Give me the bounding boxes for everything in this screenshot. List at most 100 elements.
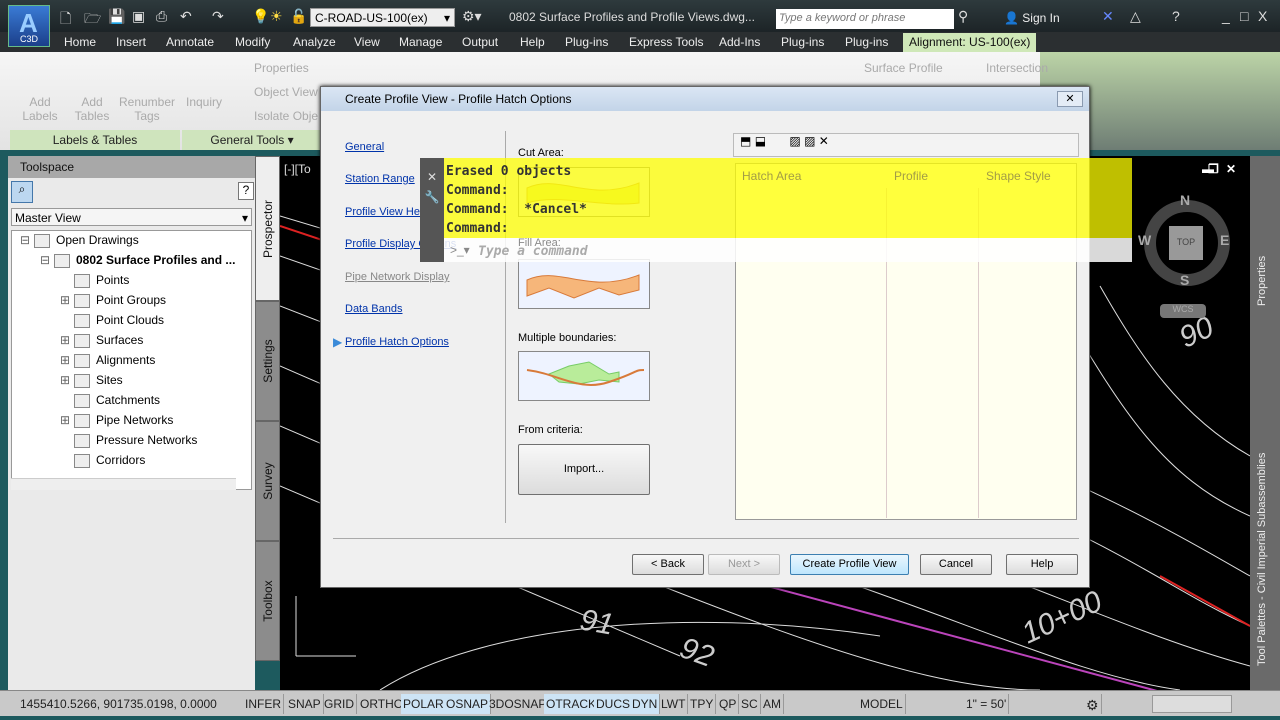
tree-item[interactable]: Points <box>60 273 129 288</box>
command-prompt-icon[interactable]: >_▾ <box>450 243 470 257</box>
tree-item[interactable]: Pressure Networks <box>60 433 197 448</box>
properties-button[interactable]: Properties <box>254 61 309 75</box>
tab-prospector[interactable]: Prospector <box>255 156 280 301</box>
tab-alignment-context[interactable]: Alignment: US-100(ex) <box>903 33 1037 52</box>
toggle-infer[interactable]: INFER <box>243 694 284 714</box>
expand-icon[interactable]: ⊟ <box>20 233 34 247</box>
layer-freeze-icon[interactable]: ☀ <box>270 8 283 25</box>
tab-toolbox[interactable]: Toolbox <box>255 541 280 661</box>
tree-item[interactable]: ⊞ Sites <box>60 373 123 388</box>
expand-icon[interactable]: ⊞ <box>60 413 74 427</box>
compass-west[interactable]: W <box>1138 232 1151 248</box>
toggle-polar[interactable]: POLAR <box>401 694 447 714</box>
app-menu-button[interactable]: A C3D <box>8 5 50 47</box>
maximize-icon[interactable]: □ <box>1240 8 1248 24</box>
nav-general[interactable]: General <box>345 141 384 153</box>
delete-icon[interactable]: ✕ <box>819 134 829 148</box>
open-icon[interactable]: 🗁 <box>84 8 101 32</box>
toolspace-title[interactable]: Toolspace <box>8 156 255 178</box>
view-dropdown[interactable]: Master View ▾ <box>11 208 252 226</box>
search-input[interactable]: Type a keyword or phrase <box>776 9 954 29</box>
expand-icon[interactable]: ⊟ <box>40 253 54 267</box>
status-tray-field[interactable] <box>1152 695 1232 713</box>
panel-general-tools[interactable]: General Tools ▾ <box>182 130 322 150</box>
tree-item[interactable]: Point Clouds <box>60 313 164 328</box>
fill-area-button[interactable] <box>518 259 650 309</box>
help-icon[interactable]: ? <box>1172 8 1180 24</box>
annotation-scale[interactable]: 1" = 50' <box>964 694 1010 714</box>
nav-profile-hatch-options[interactable]: Profile Hatch Options <box>345 336 449 348</box>
tree-item[interactable]: Catchments <box>60 393 160 408</box>
toggle-otrack[interactable]: OTRACK <box>544 694 600 714</box>
tree-item[interactable]: ⊞ Surfaces <box>60 333 143 348</box>
menu-help[interactable]: Help <box>520 35 545 49</box>
viewport-controls[interactable]: [-][To <box>284 162 311 176</box>
cancel-button[interactable]: Cancel <box>920 554 992 575</box>
isolate-objects-button[interactable]: Isolate Obje <box>254 109 318 123</box>
move-down-icon[interactable]: ⬓ <box>755 134 766 148</box>
expand-icon[interactable]: ⊞ <box>60 333 74 347</box>
tree-item[interactable]: Corridors <box>60 453 145 468</box>
toggle-tpy[interactable]: TPY <box>688 694 717 714</box>
menu-output[interactable]: Output <box>462 35 498 49</box>
tab-settings[interactable]: Settings <box>255 301 280 421</box>
tree-item[interactable]: ⊟ 0802 Surface Profiles and ... <box>40 253 235 268</box>
back-button[interactable]: < Back <box>632 554 704 575</box>
binoculars-icon[interactable]: ⚲ <box>958 8 968 25</box>
compass-east[interactable]: E <box>1220 232 1229 248</box>
viewport-restore-icon[interactable]: ❐ <box>1208 162 1219 176</box>
add-tables-button[interactable]: Add Tables <box>72 95 112 123</box>
import-button[interactable]: Import... <box>518 444 650 495</box>
nav-station-range[interactable]: Station Range <box>345 173 415 185</box>
expand-icon[interactable]: ⊞ <box>60 373 74 387</box>
multiple-boundaries-button[interactable] <box>518 351 650 401</box>
menu-analyze[interactable]: Analyze <box>293 35 336 49</box>
undo-icon[interactable]: ↶ <box>180 8 192 25</box>
surface-profile-button[interactable]: Surface Profile <box>864 61 943 75</box>
toggle-am[interactable]: AM <box>761 694 784 714</box>
viewcube-top[interactable]: TOP <box>1169 226 1203 260</box>
create-profile-view-button[interactable]: Create Profile View <box>790 554 909 575</box>
tree-item[interactable]: ⊞ Alignments <box>60 353 155 368</box>
next-button[interactable]: Next > <box>708 554 780 575</box>
toggle-grid[interactable]: GRID <box>322 694 357 714</box>
renumber-tags-button[interactable]: Renumber Tags <box>118 95 176 123</box>
column-hatch-area[interactable]: Hatch Area <box>742 170 801 183</box>
menu-view[interactable]: View <box>354 35 380 49</box>
help-button[interactable]: Help <box>1006 554 1078 575</box>
layer-lock-icon[interactable]: 🔓 <box>290 8 307 25</box>
tree-item[interactable]: ⊞ Pipe Networks <box>60 413 173 428</box>
tree-item[interactable]: ⊞ Point Groups <box>60 293 166 308</box>
toggle-ortho[interactable]: ORTHO <box>358 694 407 714</box>
add-fill-hatch-icon[interactable]: ▨ <box>804 134 815 148</box>
horizontal-scrollbar[interactable] <box>11 478 236 490</box>
new-icon[interactable]: 🗋 <box>60 8 71 32</box>
tree-item[interactable]: ⊟ Open Drawings <box>20 233 139 248</box>
expand-icon[interactable]: ⊞ <box>60 353 74 367</box>
close-icon[interactable]: X <box>1258 8 1267 24</box>
tab-survey[interactable]: Survey <box>255 421 280 541</box>
compass-north[interactable]: N <box>1180 192 1190 208</box>
toggle-sc[interactable]: SC <box>739 694 761 714</box>
minimize-icon[interactable]: _ <box>1222 8 1230 24</box>
inquiry-button[interactable]: Inquiry <box>182 95 226 109</box>
nav-pipe-network-display[interactable]: Pipe Network Display <box>345 271 450 283</box>
layer-on-icon[interactable]: 💡 <box>252 8 269 25</box>
a360-icon[interactable]: △ <box>1130 8 1141 25</box>
save-as-icon[interactable]: ▣ <box>132 8 145 25</box>
redo-icon[interactable]: ↷ <box>212 8 224 25</box>
save-icon[interactable]: 💾 <box>108 8 125 25</box>
object-viewer-button[interactable]: Object View <box>254 85 318 99</box>
menu-express-tools[interactable]: Express Tools <box>629 35 703 49</box>
toggle-snap[interactable]: SNAP <box>286 694 324 714</box>
menu-plug-ins[interactable]: Plug-ins <box>565 35 608 49</box>
toggle-dyn[interactable]: DYN <box>630 694 661 714</box>
intersection-button[interactable]: Intersection <box>986 61 1048 75</box>
expand-icon[interactable]: ⊞ <box>60 293 74 307</box>
menu-insert[interactable]: Insert <box>116 35 146 49</box>
viewport-close-icon[interactable]: ✕ <box>1226 162 1236 176</box>
properties-palette-tab[interactable]: Properties <box>1256 256 1268 306</box>
compass-south[interactable]: S <box>1180 272 1189 288</box>
layer-dropdown[interactable]: C-ROAD-US-100(ex) ▾ <box>310 8 455 27</box>
toggle-lwt[interactable]: LWT <box>659 694 689 714</box>
